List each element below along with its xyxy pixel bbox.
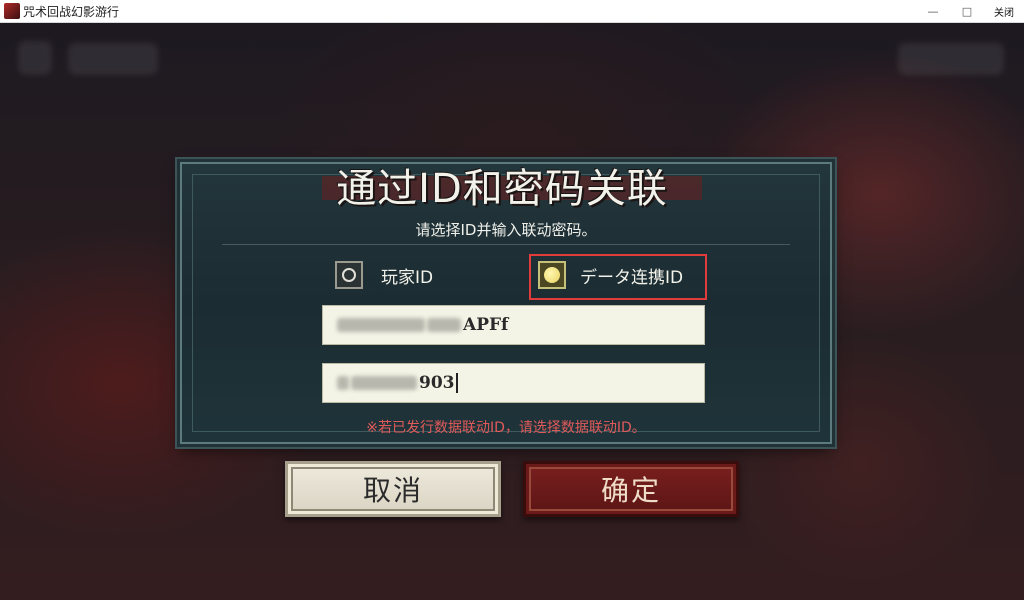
redacted-text [337,376,349,390]
window-title: 咒术回战幻影游行 [23,4,120,19]
password-visible-text: 903 [419,373,455,393]
option-label-data-link-id: データ连携ID [580,267,684,288]
radio-unselected-icon[interactable] [335,261,363,289]
confirm-button-label: 确定 [600,475,661,506]
notice-text: ※若已发行数据联动ID，请选择数据联动ID。 [366,420,646,436]
cancel-button-label: 取消 [362,475,423,506]
cancel-button[interactable]: 取消 [285,461,501,517]
window-titlebar: 咒术回战幻影游行 — □ 关闭 [0,0,1024,23]
game-scene: 通过ID和密码关联 请选择ID并输入联动密码。 玩家ID データ连携ID APF… [0,23,1024,600]
confirm-button[interactable]: 确定 [523,461,739,517]
link-id-dialog: 通过ID和密码关联 请选择ID并输入联动密码。 玩家ID データ连携ID APF… [180,162,832,444]
app-icon [4,3,20,19]
maximize-button[interactable]: □ [950,0,984,23]
window-controls: — □ 关闭 [916,0,1024,23]
redacted-text [337,318,425,332]
option-player-id[interactable]: 玩家ID [335,257,433,293]
minimize-button[interactable]: — [916,0,950,23]
redacted-text [427,318,461,332]
dialog-subtitle: 请选择ID并输入联动密码。 [415,221,597,239]
dialog-title: 通过ID和密码关联 [336,166,668,212]
id-input[interactable]: APFf [322,305,705,345]
redacted-text [351,376,417,390]
close-button[interactable]: 关闭 [984,0,1024,23]
option-data-link-id[interactable]: データ连携ID [538,257,683,293]
divider [222,244,790,245]
option-label-player-id: 玩家ID [381,267,434,288]
id-visible-text: APFf [463,315,509,335]
radio-ring-icon [342,268,356,282]
radio-selected-icon[interactable] [538,261,566,289]
radio-dot-icon [544,267,560,283]
text-caret [455,373,458,393]
password-input[interactable]: 903 [322,363,705,403]
